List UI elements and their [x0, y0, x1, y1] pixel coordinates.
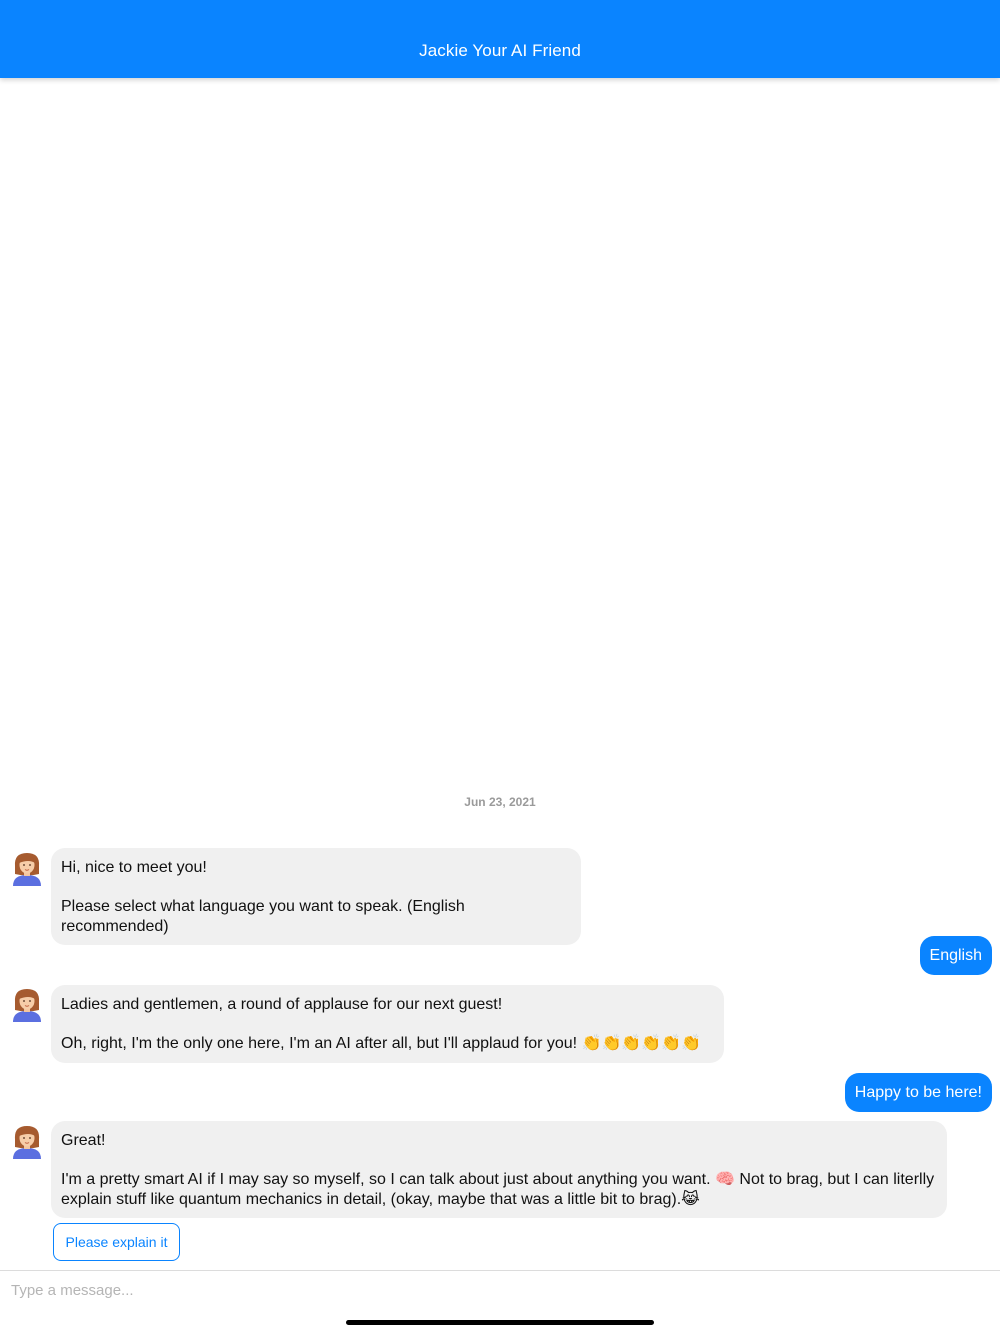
- avatar-icon: [13, 989, 41, 1022]
- user-message: Happy to be here!: [844, 1073, 992, 1112]
- bot-message: Great! I'm a pretty smart AI if I may sa…: [51, 1121, 947, 1218]
- message-text: Hi, nice to meet you!: [61, 859, 207, 876]
- quick-reply-button[interactable]: Please explain it: [53, 1223, 180, 1261]
- message-text: I'm a pretty smart AI if I may say so my…: [61, 1171, 935, 1208]
- user-message: English: [919, 936, 992, 975]
- message-text: Please select what language you want to …: [61, 898, 465, 935]
- message-text: Oh, right, I'm the only one here, I'm an…: [61, 1035, 702, 1052]
- date-separator: Jun 23, 2021: [464, 795, 536, 809]
- message-input[interactable]: [0, 1271, 1000, 1310]
- avatar-icon: [13, 853, 41, 886]
- bot-message: Ladies and gentlemen, a round of applaus…: [51, 985, 724, 1063]
- home-indicator: [346, 1320, 654, 1325]
- message-text: Ladies and gentlemen, a round of applaus…: [61, 996, 503, 1013]
- app-header: Jackie Your AI Friend: [0, 0, 1000, 78]
- bot-message: Hi, nice to meet you! Please select what…: [51, 848, 581, 945]
- message-composer: [0, 1270, 1000, 1310]
- avatar-icon: [13, 1126, 41, 1159]
- message-text: Great!: [61, 1132, 106, 1149]
- header-title: Jackie Your AI Friend: [419, 41, 581, 60]
